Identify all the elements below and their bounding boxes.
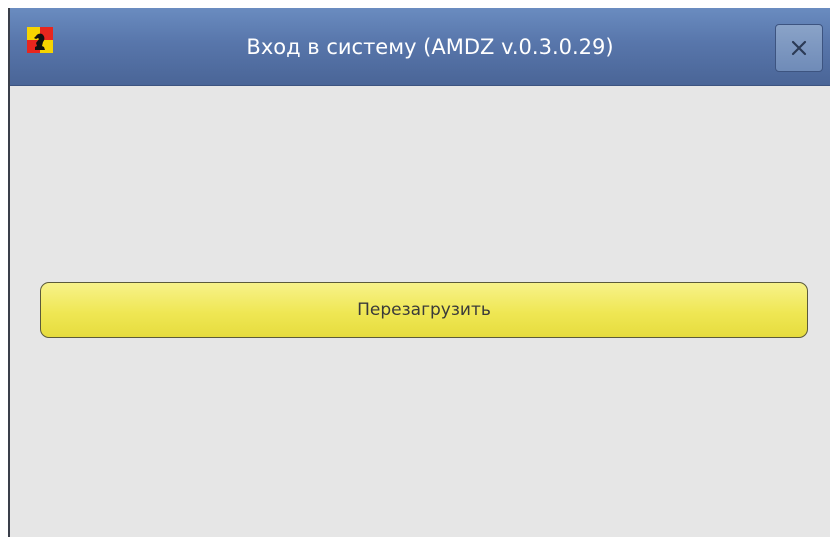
dialog-content: Перезагрузить (10, 86, 830, 537)
window-title: Вход в систему (AMDZ v.0.3.0.29) (246, 35, 614, 59)
close-button[interactable] (775, 24, 823, 72)
reboot-button[interactable]: Перезагрузить (40, 282, 808, 338)
dialog-window: Вход в систему (AMDZ v.0.3.0.29) Перезаг… (8, 8, 830, 537)
title-bar[interactable]: Вход в систему (AMDZ v.0.3.0.29) (10, 8, 830, 86)
close-icon (791, 40, 807, 56)
